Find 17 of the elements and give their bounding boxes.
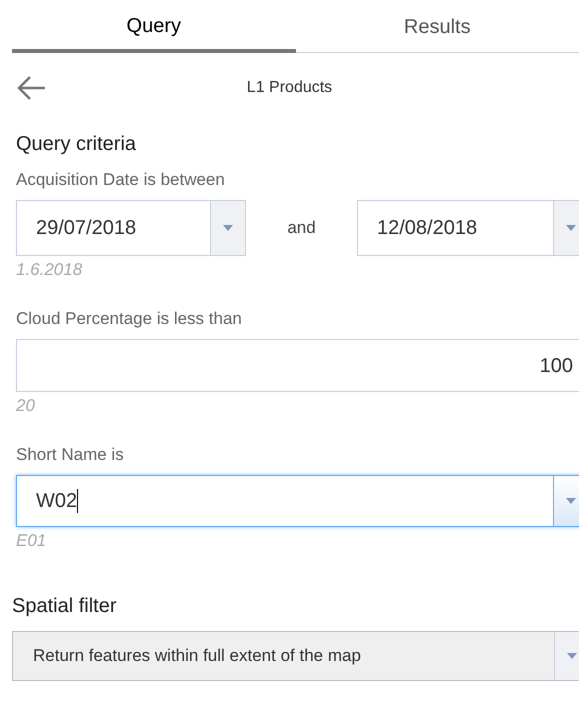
panel-title: L1 Products bbox=[246, 79, 332, 96]
tab[interactable]: Query bbox=[12, 10, 296, 53]
spatial-filter-select[interactable]: Return features within full extent of the map bbox=[12, 631, 579, 681]
short-name-field[interactable]: W02 bbox=[16, 475, 579, 527]
section-title: Query criteria bbox=[16, 132, 136, 157]
tab[interactable]: Results bbox=[296, 10, 579, 53]
hint-text: E01 bbox=[16, 531, 46, 551]
field-label: Cloud Percentage is less than bbox=[16, 308, 242, 330]
number-field[interactable]: 100 bbox=[16, 339, 579, 392]
field-label: Acquisition Date is between bbox=[16, 169, 225, 191]
and-text: and bbox=[286, 217, 317, 240]
hint-text: 20 bbox=[16, 396, 35, 416]
date-field[interactable]: 12/08/2018 bbox=[357, 200, 579, 256]
section-title: Spatial filter bbox=[12, 594, 116, 619]
field-label: Short Name is bbox=[16, 444, 124, 466]
date-field[interactable]: 29/07/2018 bbox=[16, 200, 246, 256]
hint-text: 1.6.2018 bbox=[16, 260, 82, 280]
